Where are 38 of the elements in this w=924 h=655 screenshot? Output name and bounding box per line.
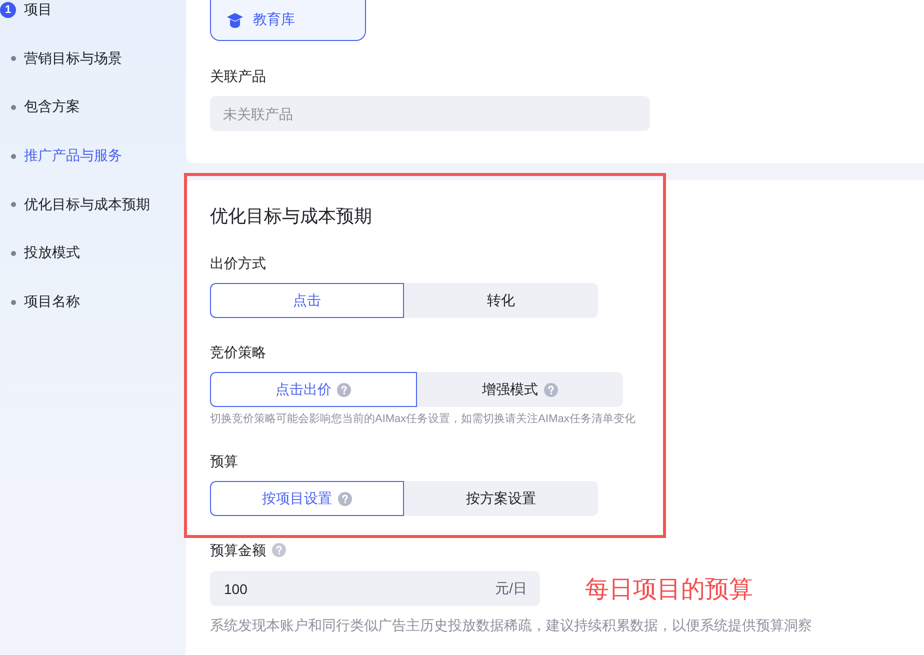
segment-option[interactable]: 点击 — [210, 283, 404, 318]
bullet-icon — [11, 104, 16, 110]
segment-option[interactable]: 转化 — [404, 283, 598, 318]
hint-text: 系统发现本账户和同行类似广告主历史投放数据稀疏，建议持续积累数据，以便系统提供预算洞察 — [210, 616, 813, 634]
hint-text: 切换竞价策略可能会影响您当前的AIMax任务设置，如需切换请关注AIMax任务清单变化 — [210, 412, 636, 427]
product-field[interactable]: 未关联产品 — [210, 96, 650, 131]
bullet-icon — [11, 202, 16, 208]
bullet-icon — [11, 300, 16, 305]
sidebar-item[interactable]: 包含方案 — [0, 97, 80, 118]
step-number: 1 — [0, 2, 16, 18]
graduation-cap-icon — [227, 12, 243, 28]
bullet-icon — [11, 56, 16, 62]
field-label: 关联产品 — [210, 67, 267, 86]
segment-option[interactable]: 点击出价 — [210, 372, 416, 407]
field-label: 竞价策略 — [210, 343, 267, 362]
sidebar-item[interactable]: 项目名称 — [0, 292, 80, 312]
help-icon[interactable] — [338, 492, 352, 506]
budget-input[interactable]: 100 元/日 — [210, 571, 540, 606]
help-icon[interactable] — [337, 382, 352, 396]
field-label: 预算 — [210, 452, 239, 471]
field-label: 出价方式 — [210, 254, 267, 273]
sidebar-item[interactable]: 1 项目 — [0, 0, 52, 20]
help-icon[interactable] — [272, 543, 286, 557]
sidebar-item[interactable]: 投放模式 — [0, 243, 80, 264]
segment-option[interactable]: 按方案设置 — [404, 481, 598, 516]
bullet-icon — [11, 250, 16, 256]
library-option[interactable]: 教育库 — [210, 0, 366, 41]
sidebar-item[interactable]: 优化目标与成本预期 — [0, 194, 150, 215]
section-title: 优化目标与成本预期 — [210, 205, 373, 228]
sidebar-item[interactable]: 推广产品与服务 — [0, 146, 122, 166]
help-icon[interactable] — [544, 382, 558, 396]
sidebar-item[interactable]: 营销目标与场景 — [0, 48, 122, 69]
segment-option[interactable]: 按项目设置 — [210, 481, 404, 516]
unit-label: 元/日 — [495, 580, 527, 598]
segment-option[interactable]: 增强模式 — [416, 372, 623, 407]
annotation-text: 每日项目的预算 — [585, 574, 753, 604]
bullet-icon — [11, 154, 16, 159]
field-label: 预算金额 — [210, 541, 266, 560]
